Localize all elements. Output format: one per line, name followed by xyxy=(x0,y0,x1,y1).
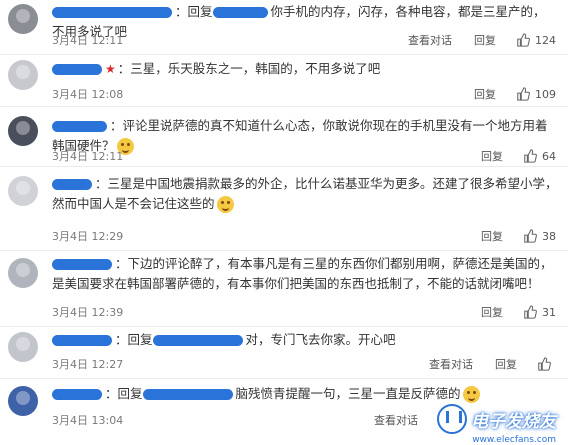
reply-prefix: ： xyxy=(110,118,123,133)
comment-actions: 回复 31 xyxy=(459,304,556,320)
thumbs-up-icon xyxy=(524,229,537,243)
comment-time: 3月4日 12:08 xyxy=(52,88,124,101)
comment-time: 3月4日 12:11 xyxy=(52,34,124,47)
avatar[interactable] xyxy=(8,116,38,146)
username-link[interactable] xyxy=(52,121,107,132)
reply-link[interactable]: 回复 xyxy=(481,304,503,320)
like-count: 109 xyxy=(535,87,556,101)
comment-body: ：下边的评论醉了，有本事凡是有三星的东西你们都别用啊，萨德还是美国的，是美国要求… xyxy=(52,254,558,294)
elecfans-logo-icon xyxy=(437,404,467,434)
username-link[interactable] xyxy=(52,7,172,18)
watermark-text: 电子发烧友 xyxy=(471,411,556,432)
thumbs-up-icon xyxy=(517,33,530,47)
thumbs-up-icon xyxy=(517,87,530,101)
comment-item: ：评论里说萨德的真不知道什么心态，你敢说你现在的手机里没有一个地方用着韩国硬件？… xyxy=(0,106,568,167)
comment-actions: 回复 38 xyxy=(459,228,556,244)
reply-target-link[interactable] xyxy=(142,389,233,400)
avatar[interactable] xyxy=(8,332,38,362)
reply-prefix: ：回复 xyxy=(105,386,143,401)
username-link[interactable] xyxy=(52,335,112,346)
avatar[interactable] xyxy=(8,60,38,90)
username-link[interactable] xyxy=(52,259,112,270)
watermark: 电子发烧友 www.elecfans.com xyxy=(437,404,556,445)
avatar[interactable] xyxy=(8,386,38,416)
reply-target-link[interactable] xyxy=(152,335,243,346)
reply-prefix: ： xyxy=(117,61,131,76)
username-link[interactable] xyxy=(52,179,92,190)
comment-text: 三星是中国地震捐款最多的外企，比什么诺基亚华为更多。还建了很多希望小学，然而中国… xyxy=(52,176,558,211)
comment-actions: 查看对话 xyxy=(352,412,418,428)
comment-actions: 回复 109 xyxy=(452,86,556,102)
like-button[interactable]: 109 xyxy=(516,87,556,101)
username-link[interactable] xyxy=(52,389,102,400)
like-button[interactable]: 38 xyxy=(523,229,556,243)
grin-emoji-icon xyxy=(462,386,480,403)
comment-actions: 查看对话 回复 xyxy=(407,356,556,372)
view-conversation-link[interactable]: 查看对话 xyxy=(429,356,473,372)
comment-actions: 查看对话 回复 124 xyxy=(386,32,556,48)
comment-time: 3月4日 12:29 xyxy=(52,230,124,243)
comment-text: 脑残愤青提醒一句，三星一直是反萨德的 xyxy=(235,386,461,401)
comment-time: 3月4日 13:04 xyxy=(52,414,124,427)
reply-link[interactable]: 回复 xyxy=(481,148,503,164)
view-conversation-link[interactable]: 查看对话 xyxy=(408,32,452,48)
thumbs-up-icon xyxy=(524,305,537,319)
reply-prefix: ： xyxy=(95,176,108,191)
thumbs-up-icon xyxy=(524,149,537,163)
comment-actions: 回复 64 xyxy=(459,148,556,164)
like-button[interactable]: 31 xyxy=(523,305,556,319)
comment-text: 下边的评论醉了，有本事凡是有三星的东西你们都别用啊，萨德还是美国的，是美国要求在… xyxy=(52,256,553,291)
reply-link[interactable]: 回复 xyxy=(481,228,503,244)
comment-body: ：回复 脑残愤青提醒一句，三星一直是反萨德的 xyxy=(52,384,558,404)
like-count: 38 xyxy=(542,229,556,243)
avatar[interactable] xyxy=(8,176,38,206)
comment-text: 三星，乐天股东之一，韩国的，不用多说了吧 xyxy=(130,61,381,76)
comment-item: ：三星是中国地震捐款最多的外企，比什么诺基亚华为更多。还建了很多希望小学，然而中… xyxy=(0,166,568,251)
reply-link[interactable]: 回复 xyxy=(474,32,496,48)
comment-item: ：回复 对，专门飞去你家。开心吧 3月4日 12:27 查看对话 回复 xyxy=(0,326,568,379)
view-conversation-link[interactable]: 查看对话 xyxy=(374,412,418,428)
comment-time: 3月4日 12:39 xyxy=(52,306,124,319)
star-badge-icon: ★ xyxy=(105,62,116,76)
username-link[interactable] xyxy=(52,64,102,75)
reply-prefix: ： xyxy=(115,256,128,271)
reply-prefix: ：回复 xyxy=(115,332,153,347)
reply-target-link[interactable] xyxy=(212,7,268,18)
like-button[interactable]: 124 xyxy=(516,33,556,47)
reply-link[interactable]: 回复 xyxy=(495,356,517,372)
like-count: 64 xyxy=(542,149,556,163)
thumbs-up-icon xyxy=(538,357,551,371)
comment-feed: ：回复 你手机的内存，闪存，各种电容，都是三星产的，不用多说了吧 3月4日 12:… xyxy=(0,0,568,444)
avatar[interactable] xyxy=(8,258,38,288)
like-button[interactable]: 64 xyxy=(523,149,556,163)
like-count: 124 xyxy=(535,33,556,47)
comment-body: ：回复 对，专门飞去你家。开心吧 xyxy=(52,330,558,350)
comment-time: 3月4日 12:11 xyxy=(52,150,124,163)
avatar[interactable] xyxy=(8,4,38,34)
like-count: 31 xyxy=(542,305,556,319)
comment-item: ：回复 你手机的内存，闪存，各种电容，都是三星产的，不用多说了吧 3月4日 12:… xyxy=(0,0,568,55)
comment-time: 3月4日 12:27 xyxy=(52,358,124,371)
comment-text: 对，专门飞去你家。开心吧 xyxy=(245,332,396,347)
smile-emoji-icon xyxy=(216,196,234,213)
reply-prefix: ：回复 xyxy=(175,4,213,19)
comment-item: ★ ：三星，乐天股东之一，韩国的，不用多说了吧 3月4日 12:08 回复 109 xyxy=(0,54,568,107)
comment-item: ：下边的评论醉了，有本事凡是有三星的东西你们都别用啊，萨德还是美国的，是美国要求… xyxy=(0,250,568,327)
comment-body: ★ ：三星，乐天股东之一，韩国的，不用多说了吧 xyxy=(52,59,558,79)
comment-body: ：三星是中国地震捐款最多的外企，比什么诺基亚华为更多。还建了很多希望小学，然而中… xyxy=(52,174,558,214)
reply-link[interactable]: 回复 xyxy=(474,86,496,102)
like-button[interactable] xyxy=(537,357,556,371)
